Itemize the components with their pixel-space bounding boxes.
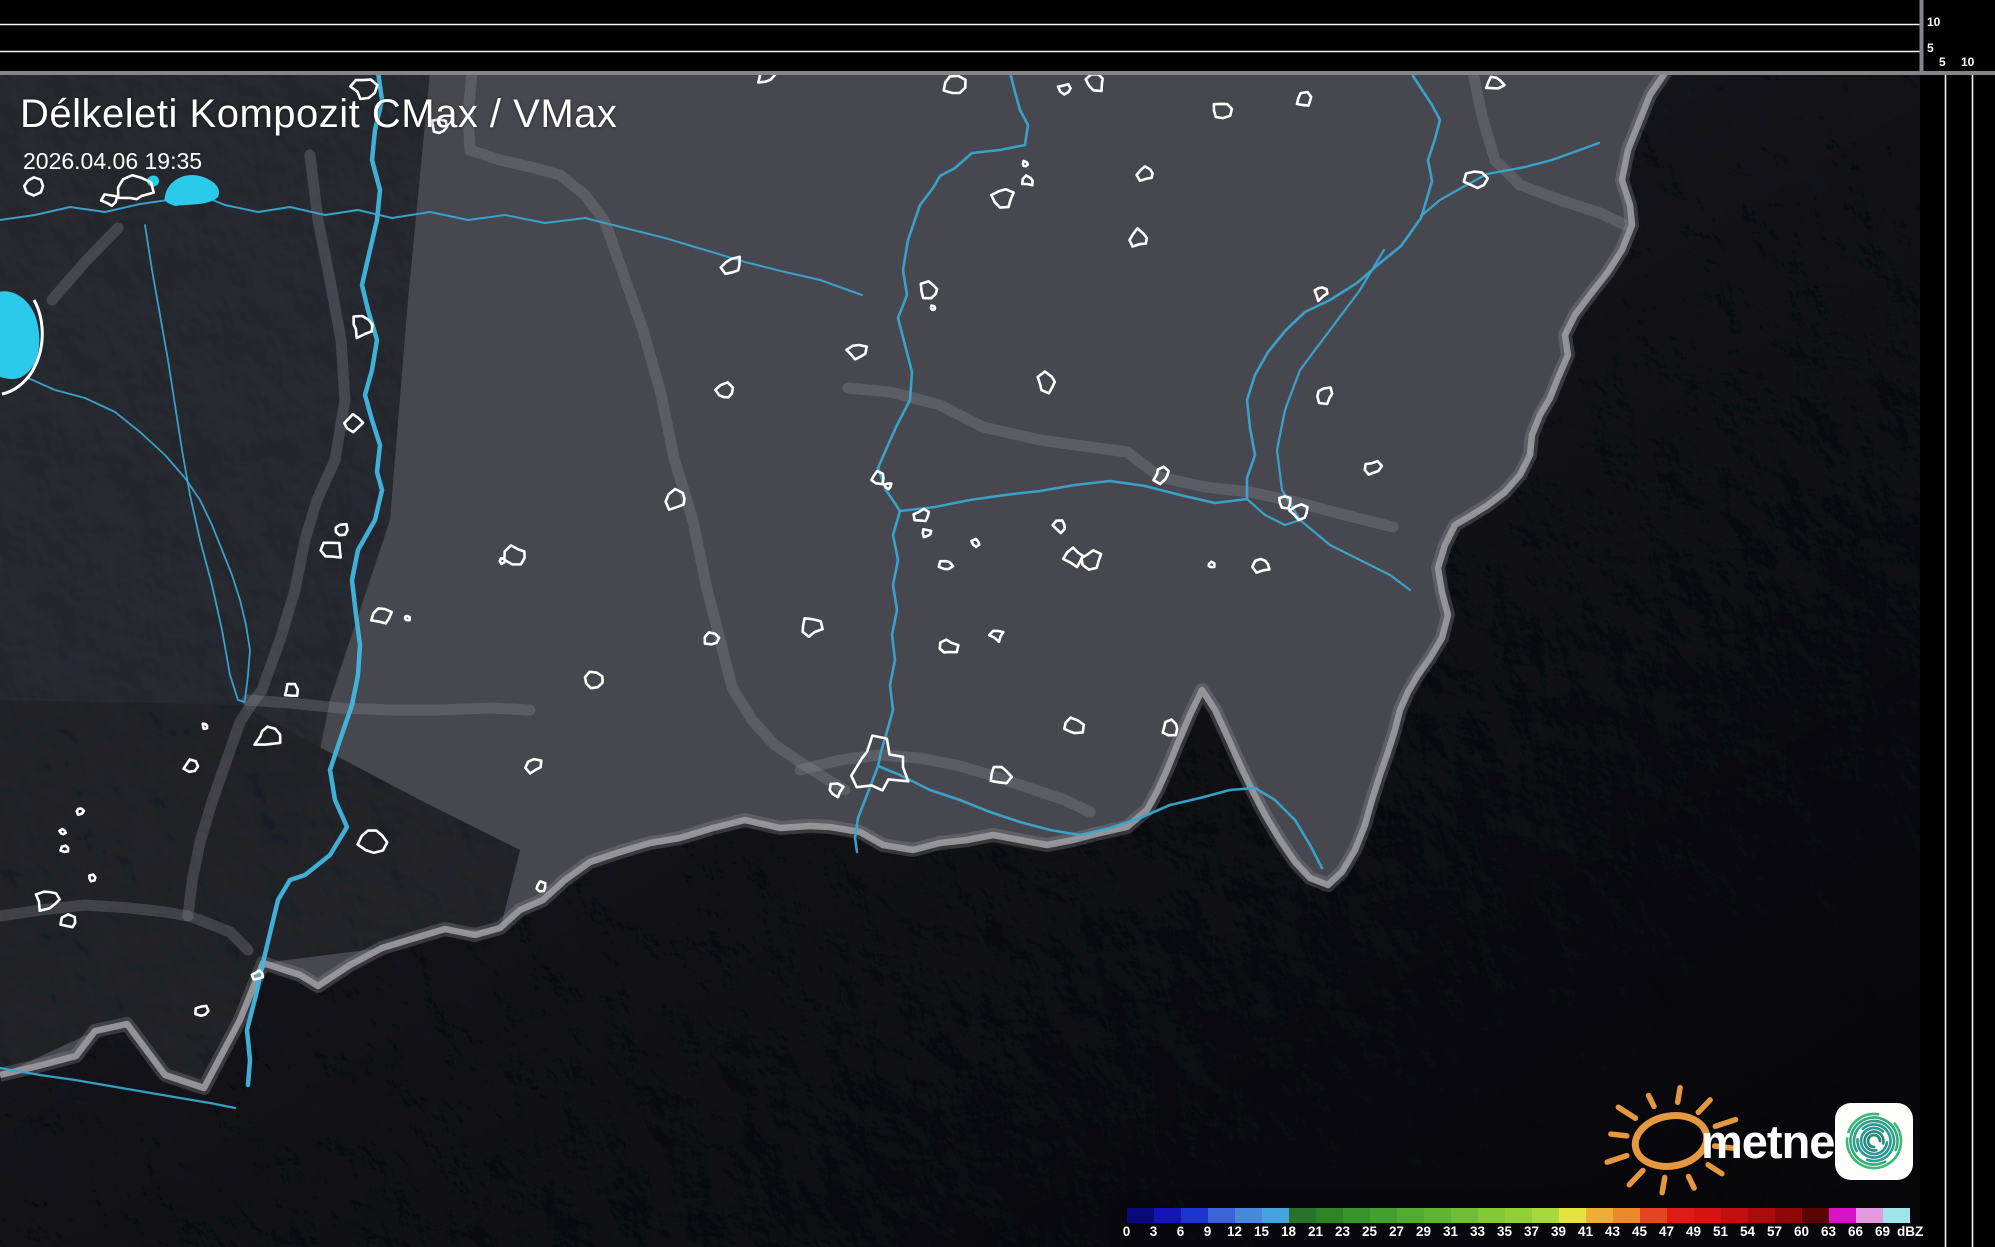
dbz-swatch-45 [1640,1208,1667,1223]
dbz-swatch-12 [1235,1208,1262,1223]
dbz-swatch-3 [1154,1208,1181,1223]
sun-ray [1678,1088,1681,1103]
metnet-logo-text: metnet [1701,1114,1849,1169]
dbz-label-54: 54 [1734,1224,1761,1239]
map-timestamp: 2026.04.06 19:35 [23,148,202,175]
dbz-swatch-43 [1613,1208,1640,1223]
right-axis-tick-5: 5 [1939,55,1946,69]
dbz-label-47: 47 [1653,1224,1680,1239]
dbz-label-49: 49 [1680,1224,1707,1239]
dbz-swatch-27 [1397,1208,1424,1223]
dbz-label-63: 63 [1815,1224,1842,1239]
dbz-swatch-33 [1478,1208,1505,1223]
dbz-swatch-21 [1316,1208,1343,1223]
top-axis-tick-10: 10 [1927,15,1940,29]
right-axis-strip [1920,72,1995,1247]
dbz-swatch-37 [1532,1208,1559,1223]
dbz-label-51: 51 [1707,1224,1734,1239]
top-axis-strip [0,0,1995,72]
dbz-swatch-31 [1451,1208,1478,1223]
dbz-label-0: 0 [1113,1224,1140,1239]
dbz-swatch-25 [1370,1208,1397,1223]
dbz-colorbar-labels: 0369121518212325272931333537394143454749… [1113,1224,1935,1239]
colorbar-unit: dBZ [1896,1224,1935,1239]
dbz-swatch-29 [1424,1208,1451,1223]
dbz-label-29: 29 [1410,1224,1437,1239]
dbz-label-37: 37 [1518,1224,1545,1239]
dbz-label-18: 18 [1275,1224,1302,1239]
dbz-swatch-63 [1829,1208,1856,1223]
right-axis-tick-10: 10 [1961,55,1974,69]
dbz-label-12: 12 [1221,1224,1248,1239]
dbz-swatch-51 [1721,1208,1748,1223]
dbz-swatch-57 [1775,1208,1802,1223]
dbz-label-57: 57 [1761,1224,1788,1239]
dbz-swatch-66 [1856,1208,1883,1223]
dbz-swatch-47 [1667,1208,1694,1223]
dbz-label-27: 27 [1383,1224,1410,1239]
dbz-swatch-15 [1262,1208,1289,1223]
dbz-label-33: 33 [1464,1224,1491,1239]
radar-app-window: Délkeleti Kompozit CMax / VMax 2026.04.0… [0,0,1995,1247]
dbz-label-35: 35 [1491,1224,1518,1239]
dbz-swatch-41 [1586,1208,1613,1223]
dbz-swatch-49 [1694,1208,1721,1223]
dbz-swatch-23 [1343,1208,1370,1223]
dbz-label-60: 60 [1788,1224,1815,1239]
dbz-label-41: 41 [1572,1224,1599,1239]
dbz-label-66: 66 [1842,1224,1869,1239]
dbz-swatch-6 [1181,1208,1208,1223]
sun-ray [1611,1134,1627,1136]
dbz-label-43: 43 [1599,1224,1626,1239]
dbz-label-31: 31 [1437,1224,1464,1239]
dbz-label-9: 9 [1194,1224,1221,1239]
sun-ray [1662,1177,1665,1192]
dbz-swatch-60 [1802,1208,1829,1223]
dbz-label-15: 15 [1248,1224,1275,1239]
dbz-label-45: 45 [1626,1224,1653,1239]
dbz-swatch-35 [1505,1208,1532,1223]
top-axis-tick-5: 5 [1927,41,1934,55]
dbz-label-3: 3 [1140,1224,1167,1239]
map-title: Délkeleti Kompozit CMax / VMax [20,92,617,137]
dbz-label-69: 69 [1869,1224,1896,1239]
dbz-swatch-18 [1289,1208,1316,1223]
dbz-label-39: 39 [1545,1224,1572,1239]
dbz-swatch-39 [1559,1208,1586,1223]
dbz-colorbar [1127,1208,1910,1223]
dbz-label-25: 25 [1356,1224,1383,1239]
dbz-swatch-54 [1748,1208,1775,1223]
dbz-swatch-0 [1127,1208,1154,1223]
dbz-label-6: 6 [1167,1224,1194,1239]
dbz-label-21: 21 [1302,1224,1329,1239]
dbz-swatch-9 [1208,1208,1235,1223]
dbz-swatch-69 [1883,1208,1910,1223]
radar-map-canvas [0,0,1995,1247]
dbz-label-23: 23 [1329,1224,1356,1239]
